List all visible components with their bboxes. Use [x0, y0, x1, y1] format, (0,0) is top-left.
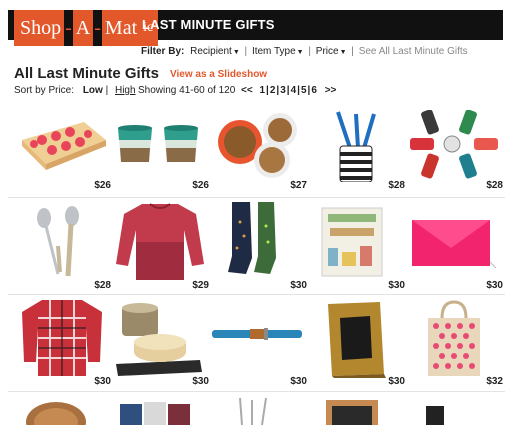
product-card[interactable]: $28 [14, 202, 111, 292]
logo-dash: - [93, 10, 102, 46]
page-link[interactable]: 1 [259, 85, 265, 96]
tote-bag-image[interactable] [406, 298, 503, 378]
cake-image[interactable] [14, 110, 111, 182]
product-card[interactable]: $28 [406, 110, 503, 194]
filter-bar: Filter By: Recipient▼ | Item Type▼ | Pri… [141, 46, 468, 57]
product-price: $28 [486, 180, 503, 191]
bowls-image[interactable] [210, 110, 307, 182]
banner-title: LAST MINUTE GIFTS [142, 17, 275, 32]
logo-text-mat: Mat [101, 10, 141, 46]
page-link[interactable]: 5 [301, 85, 307, 96]
caret-down-icon: ▼ [232, 49, 240, 56]
page-sep: | [297, 85, 300, 96]
filter-item-type-dropdown[interactable]: Item Type▼ [252, 46, 304, 57]
row-divider [8, 294, 505, 295]
socks-image[interactable] [210, 202, 307, 282]
product-price: $30 [290, 280, 307, 291]
row-divider [8, 391, 505, 392]
flannel-shirt-image[interactable] [14, 298, 111, 378]
wood-board-image[interactable] [20, 398, 100, 425]
pagination: << 1|2|3|4|5|6 >> [237, 85, 340, 96]
see-all-link[interactable]: See All Last Minute Gifts [359, 46, 468, 57]
product-price: $29 [192, 280, 209, 291]
filter-recipient-dropdown[interactable]: Recipient▼ [190, 46, 240, 57]
filter-label: Filter By: [141, 46, 185, 57]
filter-price-label: Price [315, 46, 339, 57]
logo-text-a: A [72, 10, 94, 46]
sort-low-link[interactable]: Low [83, 85, 103, 96]
divider: | [244, 46, 248, 57]
filter-recipient-label: Recipient [190, 46, 232, 57]
divider: | [308, 46, 311, 57]
product-price: $28 [388, 180, 405, 191]
clutch-image[interactable] [406, 202, 503, 282]
product-card[interactable]: $30 [112, 298, 209, 390]
page-link[interactable]: 2 [270, 85, 276, 96]
product-card[interactable]: $32 [406, 298, 503, 390]
divider: | [351, 46, 354, 57]
product-price: $30 [192, 376, 209, 387]
product-price: $30 [486, 280, 503, 291]
chalkboard-image[interactable] [322, 398, 382, 425]
product-price: $26 [192, 180, 209, 191]
luggage-tags-image[interactable] [406, 110, 503, 182]
prev-page-link[interactable]: << [241, 85, 253, 96]
page-title: All Last Minute Gifts [14, 65, 160, 82]
sweater-image[interactable] [112, 202, 209, 282]
product-price: $27 [290, 180, 307, 191]
product-card[interactable]: $30 [406, 202, 503, 292]
filter-item-type-label: Item Type [251, 46, 296, 57]
product-card[interactable]: $30 [308, 298, 405, 390]
pen-holder-image[interactable] [308, 110, 405, 182]
filter-price-dropdown[interactable]: Price▼ [316, 46, 347, 57]
socks-set-image[interactable] [118, 398, 198, 425]
product-price: $30 [388, 280, 405, 291]
next-page-link[interactable]: >> [325, 85, 337, 96]
serving-spoons-image[interactable] [14, 202, 111, 282]
product-card[interactable]: $30 [14, 298, 111, 390]
product-card[interactable]: $30 [308, 202, 405, 292]
logo-dash: - [64, 10, 73, 46]
caret-down-icon: ▼ [339, 49, 347, 56]
logo-text-shop: Shop [14, 10, 65, 46]
product-card[interactable]: $28 [308, 110, 405, 194]
product-price: $30 [290, 376, 307, 387]
sort-label: Sort by Price: [14, 85, 75, 96]
page-sep: | [276, 85, 280, 96]
sort-high-link[interactable]: High [115, 85, 136, 96]
product-card[interactable]: $26 [14, 110, 111, 194]
page-sep: | [266, 85, 269, 96]
product-price: $26 [94, 180, 111, 191]
product-price: $30 [94, 376, 111, 387]
product-card[interactable]: $29 [112, 202, 209, 292]
belt-image[interactable] [210, 298, 307, 378]
product-price: $30 [388, 376, 405, 387]
slideshow-link[interactable]: View as a Slideshow [170, 69, 267, 80]
product-price: $28 [94, 280, 111, 291]
page-link[interactable]: 6 [311, 85, 317, 96]
product-card[interactable]: $27 [210, 110, 307, 194]
sort-separator: | [105, 85, 109, 96]
product-card[interactable]: $30 [210, 202, 307, 292]
dark-item-image[interactable] [420, 404, 450, 425]
frame-image[interactable] [308, 298, 405, 378]
row-divider [8, 197, 505, 198]
sort-bar: Sort by Price: Low | High Showing 41-60 … [14, 85, 235, 96]
product-card[interactable]: $30 [210, 298, 307, 390]
page-sep: | [307, 85, 311, 96]
product-price: $32 [486, 376, 503, 387]
page-link-current: 3 [280, 85, 286, 96]
product-card[interactable]: $26 [112, 110, 209, 194]
caret-down-icon: ▼ [296, 49, 304, 56]
utensils-image[interactable] [232, 396, 292, 425]
cheese-tin-image[interactable] [112, 298, 209, 378]
shopamatic-logo[interactable]: Shop - A - Mat ic [14, 10, 159, 46]
results-count: Showing 41-60 of 120 [138, 85, 236, 96]
book-image[interactable] [308, 202, 405, 282]
cups-image[interactable] [112, 110, 209, 182]
page-sep: | [286, 85, 290, 96]
page-link[interactable]: 4 [291, 85, 297, 96]
